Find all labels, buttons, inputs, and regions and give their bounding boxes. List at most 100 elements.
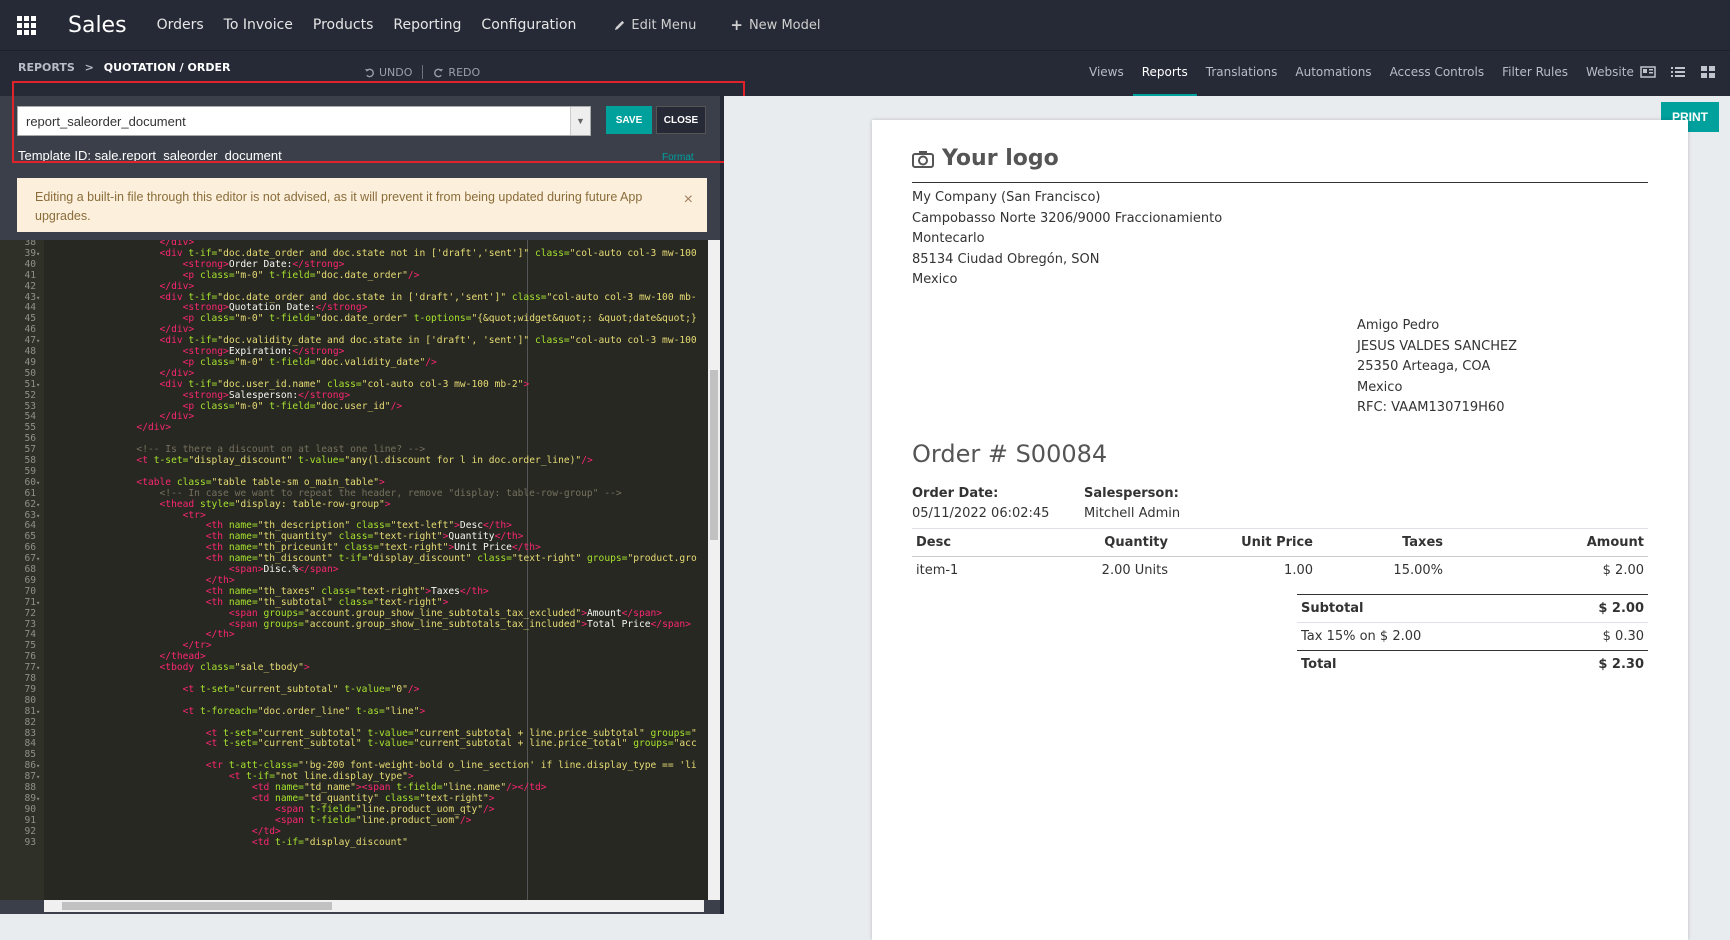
studio-subheader: REPORTS > QUOTATION / ORDER UNDO REDO Vi… xyxy=(0,50,1730,97)
plus-icon: + xyxy=(730,16,743,34)
code-token: "doc.user_id.name" xyxy=(217,378,328,390)
code-token: <span xyxy=(44,618,264,630)
code-token: t-value= xyxy=(344,683,391,695)
format-link[interactable]: Format xyxy=(662,152,694,163)
code-token: "m-0" xyxy=(234,313,270,325)
code-token: "display: table-row-group" xyxy=(234,498,385,510)
code-token: "th_description" xyxy=(257,520,356,532)
code-token: "display_discount" xyxy=(188,455,299,466)
code-token: <strong> xyxy=(44,346,229,357)
code-token: /> xyxy=(483,803,495,815)
code-token: </th> xyxy=(44,629,235,641)
code-token: </thead> xyxy=(44,651,206,663)
code-token: "th_quantity" xyxy=(257,531,339,543)
code-token: <table xyxy=(44,476,177,488)
code-token: <div xyxy=(44,291,189,303)
code-token: "line.name" xyxy=(442,782,507,793)
code-token: </span> xyxy=(650,618,691,630)
apps-menu-icon[interactable] xyxy=(0,0,52,50)
close-icon[interactable]: × xyxy=(684,190,693,209)
code-token: t-field= xyxy=(396,782,443,793)
code-token: "text-right" xyxy=(379,542,449,554)
menu-to-invoice[interactable]: To Invoice xyxy=(224,17,293,33)
partner-vat: RFC: VAAM130719H60 xyxy=(1357,400,1505,415)
code-token: "col-auto col-3 mw-100 mb- xyxy=(546,291,697,303)
code-token: </span> xyxy=(298,564,339,575)
code-token: Taxes xyxy=(431,585,460,597)
edit-menu-button[interactable]: Edit Menu xyxy=(614,18,696,33)
code-token: class= xyxy=(327,378,362,390)
editor-vertical-scrollbar[interactable] xyxy=(708,240,720,900)
code-token: "doc.validity_date and doc.state in ['dr… xyxy=(217,335,535,347)
code-token: Quantity xyxy=(448,531,495,543)
template-select[interactable]: report_saleorder_document ▼ xyxy=(17,106,591,136)
close-button[interactable]: CLOSE xyxy=(656,106,706,134)
order-title: Order # S00084 xyxy=(912,440,1108,468)
tab-translations[interactable]: Translations xyxy=(1197,51,1287,97)
code-token: <t xyxy=(44,683,200,695)
new-model-button[interactable]: + New Model xyxy=(730,16,820,34)
app-brand[interactable]: Sales xyxy=(68,13,127,38)
cell-quantity: 2.00 Units xyxy=(1101,563,1168,578)
breadcrumb-separator: > xyxy=(84,61,94,74)
code-token: "th_priceunit" xyxy=(257,542,345,554)
code-token: <tr> xyxy=(44,509,206,521)
code-token: t-att-class= xyxy=(228,760,299,772)
company-logo[interactable]: Your logo xyxy=(912,146,1059,171)
code-token: "not line.display_type" xyxy=(275,771,408,783)
code-token: "th_discount" xyxy=(257,553,339,565)
redo-button[interactable]: REDO xyxy=(433,66,480,79)
code-token: name= xyxy=(228,585,258,597)
kanban-view-icon[interactable] xyxy=(1700,65,1716,79)
tab-views[interactable]: Views xyxy=(1080,51,1133,97)
code-editor[interactable]: 38 </div> 39▾ <div t-if="doc.date_order a… xyxy=(0,240,720,900)
menu-orders[interactable]: Orders xyxy=(157,17,204,33)
code-token: "doc.order_line" xyxy=(257,705,356,717)
code-token: "th_subtotal" xyxy=(257,596,339,608)
code-token: <t xyxy=(44,705,200,717)
chevron-down-icon[interactable]: ▼ xyxy=(570,107,590,135)
code-token: "td_quantity" xyxy=(303,792,385,804)
tab-reports[interactable]: Reports xyxy=(1132,51,1197,97)
code-token: groups= xyxy=(263,618,304,630)
code-token: class= xyxy=(321,585,356,597)
code-token: " xyxy=(690,727,697,739)
top-navbar: Sales Orders To Invoice Products Reporti… xyxy=(0,0,1730,50)
code-line[interactable]: 93 <td t-if="display_discount" xyxy=(0,837,700,849)
tab-filter-rules[interactable]: Filter Rules xyxy=(1493,51,1577,97)
code-token: /></td> xyxy=(506,782,547,793)
tab-automations[interactable]: Automations xyxy=(1286,51,1380,97)
tab-website[interactable]: Website xyxy=(1577,51,1643,97)
code-token: class= xyxy=(477,553,512,565)
breadcrumb-current: QUOTATION / ORDER xyxy=(103,61,231,74)
tab-access-controls[interactable]: Access Controls xyxy=(1381,51,1494,97)
code-token: class= xyxy=(534,335,570,347)
undo-button[interactable]: UNDO xyxy=(364,66,412,79)
code-token: "line" xyxy=(384,705,420,717)
code-token: </th> xyxy=(511,542,541,554)
code-token: class= xyxy=(199,269,235,281)
code-token: /> xyxy=(390,400,403,412)
company-name: My Company (San Francisco) xyxy=(912,190,1101,205)
subtotal-label: Subtotal xyxy=(1297,594,1545,623)
code-token: groups= xyxy=(633,738,674,750)
editor-horizontal-scrollbar[interactable] xyxy=(44,900,704,912)
save-button[interactable]: SAVE xyxy=(606,106,652,134)
code-token: <!-- In case we want to repeat the heade… xyxy=(44,487,622,499)
code-token: <span xyxy=(44,803,310,815)
code-token: t-set= xyxy=(153,455,189,466)
template-select-value: report_saleorder_document xyxy=(26,114,186,129)
code-token: "col-auto col-3 mw-100 mb-2" xyxy=(361,378,524,390)
code-token: "current_subtotal" xyxy=(257,727,368,739)
code-token: t-field= xyxy=(269,356,316,368)
list-view-icon[interactable] xyxy=(1670,65,1686,79)
partner-contact: JESUS VALDES SANCHEZ xyxy=(1357,338,1518,354)
menu-products[interactable]: Products xyxy=(313,17,373,33)
menu-reporting[interactable]: Reporting xyxy=(393,17,461,33)
menu-configuration[interactable]: Configuration xyxy=(481,17,576,33)
code-token: "sale_tbody" xyxy=(234,662,304,674)
breadcrumb-reports[interactable]: REPORTS xyxy=(18,61,75,74)
code-token: "th_taxes" xyxy=(257,585,322,597)
form-view-icon[interactable] xyxy=(1640,65,1656,79)
code-token: t-set= xyxy=(199,683,235,695)
